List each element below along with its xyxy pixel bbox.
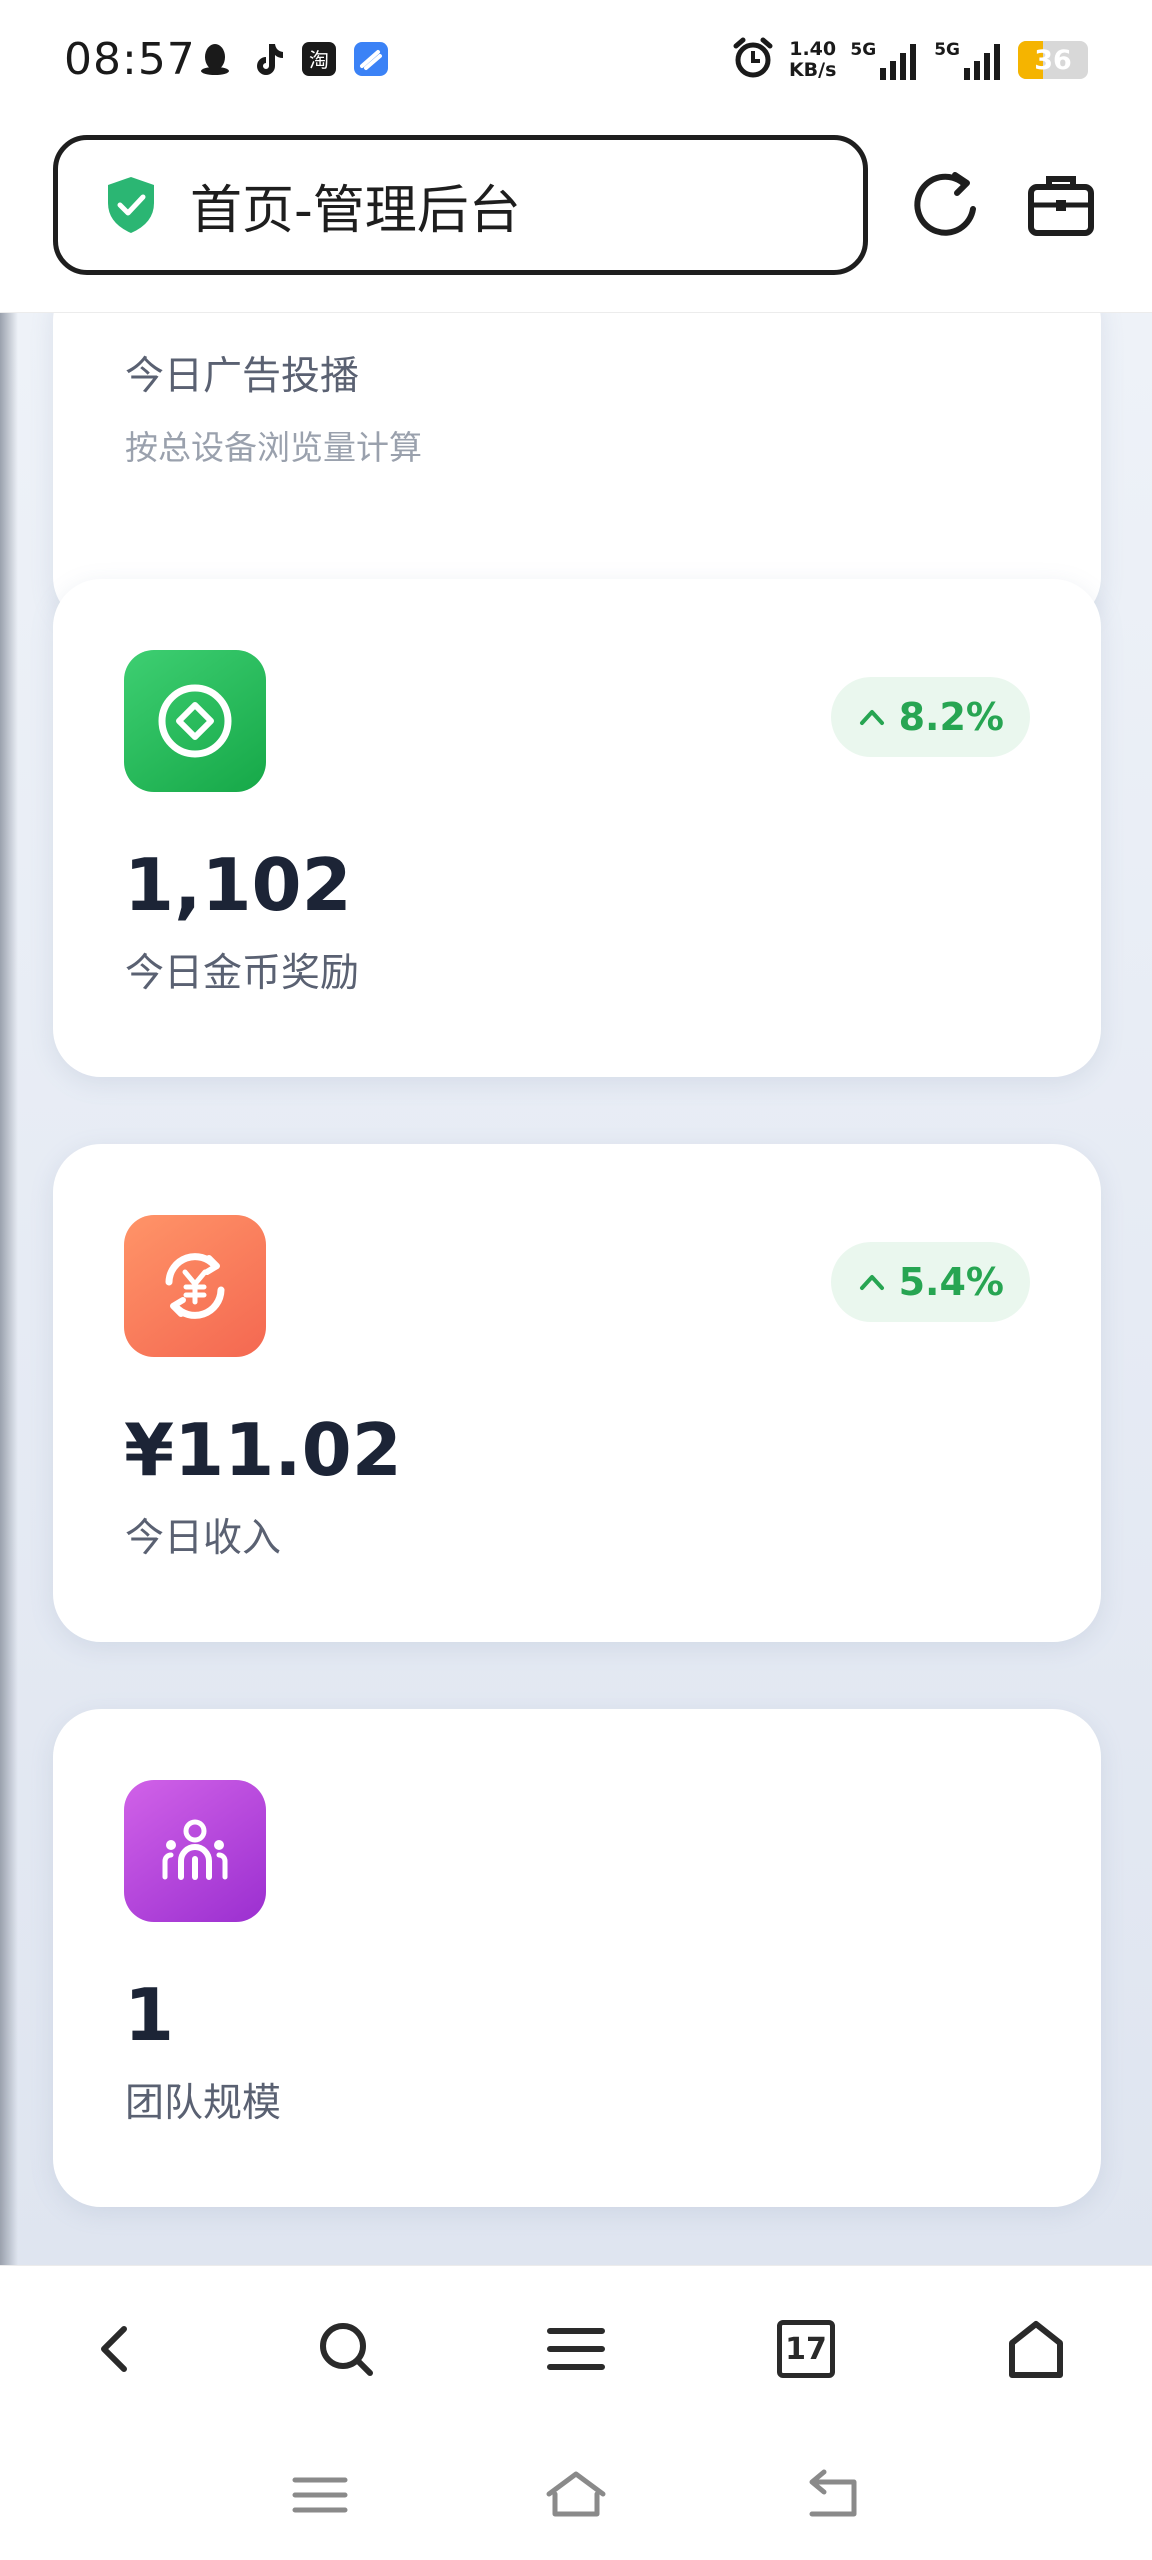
coin-reward-card: 8.2% 1,102 今日金币奖励 [53, 579, 1101, 1077]
battery-indicator: 36 [1018, 41, 1088, 79]
system-home-button[interactable] [543, 2462, 609, 2528]
income-card: 5.4% ¥11.02 今日收入 [53, 1144, 1101, 1642]
stat-value: 1 [124, 1973, 175, 2057]
stat-label: 今日收入 [125, 1516, 282, 1561]
back-icon [101, 2326, 127, 2372]
trend-badge: 8.2% [830, 677, 1030, 757]
back-button[interactable] [78, 2311, 154, 2387]
signal-2: 5G [934, 40, 1004, 80]
tabs-icon: 17 [777, 2320, 835, 2378]
net-speed-unit: KB/s [788, 59, 837, 81]
address-bar[interactable]: 首页-管理后台 [53, 135, 868, 275]
chevron-up-icon [859, 1275, 884, 1290]
home-icon [546, 2471, 606, 2517]
page-content[interactable]: 今日广告投播 按总设备浏览量计算 8.2% 1,102 今日金币奖励 5.4% … [0, 313, 1152, 2265]
svg-text:淘: 淘 [309, 48, 329, 72]
alarm-icon [731, 36, 775, 84]
trend-value: 8.2% [898, 695, 1004, 739]
tiktok-icon [248, 40, 286, 78]
return-icon [809, 2469, 857, 2517]
app-icon [352, 40, 390, 78]
status-bar: 08:57 淘 1.40 KB/s 5G 5G 36 [0, 0, 1152, 125]
notification-icons: 淘 [196, 40, 390, 78]
stat-value: ¥11.02 [124, 1408, 402, 1492]
search-icon [320, 2323, 373, 2376]
recent-apps-button[interactable] [287, 2462, 353, 2528]
yuan-exchange-icon [124, 1215, 266, 1357]
home-icon [1009, 2321, 1063, 2378]
taobao-icon: 淘 [300, 40, 338, 78]
signal-1-label: 5G [850, 40, 877, 60]
menu-icon [292, 2477, 348, 2513]
chevron-up-icon [859, 710, 884, 725]
shield-check-icon [108, 177, 154, 233]
system-navigation-bar [0, 2430, 1152, 2560]
browser-bottom-nav: 17 [0, 2265, 1152, 2430]
net-speed: 1.40 KB/s [789, 39, 836, 81]
toolbox-button[interactable] [1025, 165, 1097, 245]
battery-level: 36 [1034, 45, 1072, 76]
briefcase-icon [1028, 176, 1094, 236]
card-subtitle: 按总设备浏览量计算 [125, 428, 422, 467]
edge-shadow [0, 313, 18, 2265]
page-title: 首页-管理后台 [190, 180, 521, 241]
search-button[interactable] [308, 2311, 384, 2387]
qq-icon [196, 40, 234, 78]
tabs-button[interactable]: 17 [768, 2311, 844, 2387]
stat-value: 1,102 [124, 843, 352, 927]
reload-button[interactable] [911, 165, 985, 245]
signal-2-label: 5G [934, 40, 960, 60]
net-speed-value: 1.40 [789, 38, 837, 60]
menu-button[interactable] [538, 2311, 614, 2387]
signal-1: 5G [850, 40, 920, 80]
coin-icon [124, 650, 266, 792]
home-button[interactable] [998, 2311, 1074, 2387]
trend-badge: 5.4% [830, 1242, 1030, 1322]
browser-toolbar: 首页-管理后台 [0, 125, 1152, 313]
signal-bars-icon [964, 44, 1000, 80]
status-time: 08:57 [64, 34, 196, 85]
trend-value: 5.4% [898, 1260, 1004, 1304]
team-size-card: 1 团队规模 [53, 1709, 1101, 2207]
card-label: 今日广告投播 [125, 354, 360, 399]
stat-label: 今日金币奖励 [125, 951, 360, 996]
reload-icon [914, 172, 976, 236]
signal-bars-icon [880, 44, 917, 80]
menu-icon [547, 2328, 605, 2370]
team-icon [124, 1780, 266, 1922]
system-back-button[interactable] [800, 2462, 866, 2528]
stat-label: 团队规模 [125, 2081, 282, 2126]
status-right: 1.40 KB/s 5G 5G 36 [731, 36, 1088, 84]
